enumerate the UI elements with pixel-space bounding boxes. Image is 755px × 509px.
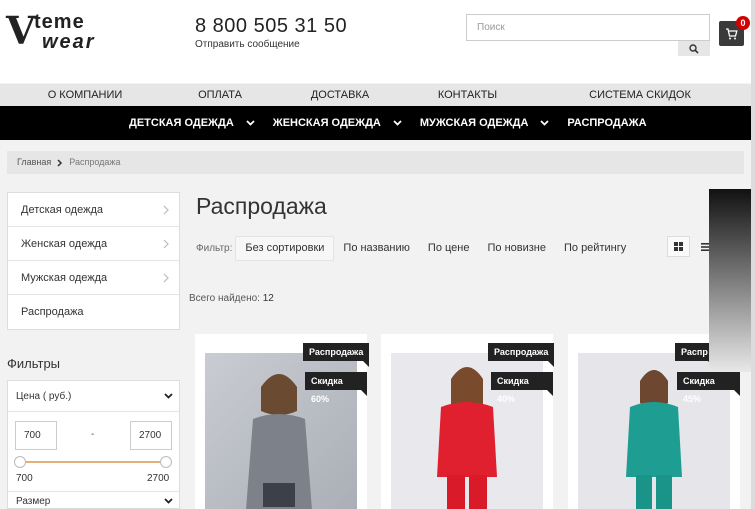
sidebar-item-men[interactable]: Мужская одежда <box>8 261 179 295</box>
nav-about[interactable]: О КОМПАНИИ <box>0 84 170 106</box>
sort-bar: Фильтр: Без сортировки По названию По це… <box>196 236 635 261</box>
price-slider-max-handle[interactable] <box>160 456 172 468</box>
nav-kids-label: ДЕТСКАЯ ОДЕЖДА <box>129 117 234 129</box>
chevron-down-icon <box>164 393 173 399</box>
sort-none[interactable]: Без сортировки <box>235 236 335 261</box>
size-filter-header[interactable]: Размер <box>8 491 179 509</box>
results-count: Всего найдено: 12 <box>189 293 274 304</box>
send-message-link[interactable]: Отправить сообщение <box>195 39 300 50</box>
nav-sale[interactable]: РАСПРОДАЖА <box>558 106 655 140</box>
sidebar-item-label: Детская одежда <box>21 203 103 216</box>
price-filter-label: Цена ( руб.) <box>16 390 72 402</box>
search-icon <box>689 43 699 54</box>
nav-women[interactable]: ЖЕНСКАЯ ОДЕЖДА <box>264 106 411 140</box>
breadcrumb: Главная Распродажа <box>7 151 744 174</box>
search-input[interactable] <box>466 14 710 41</box>
price-slider-min-handle[interactable] <box>14 456 26 468</box>
floating-side-panel[interactable] <box>709 189 755 372</box>
product-card[interactable]: Распродажа Скидка 40% <box>381 334 555 509</box>
nav-men[interactable]: МУЖСКАЯ ОДЕЖДА <box>411 106 559 140</box>
grid-icon <box>674 242 683 251</box>
cart-count-badge: 0 <box>736 16 750 30</box>
breadcrumb-current: Распродажа <box>69 157 121 167</box>
grid-view-button[interactable] <box>667 236 690 257</box>
sidebar-item-label: Распродажа <box>21 306 84 318</box>
nav-kids[interactable]: ДЕТСКАЯ ОДЕЖДА <box>120 106 264 140</box>
sidebar-item-sale[interactable]: Распродажа <box>8 295 179 329</box>
site-logo[interactable]: V teme wear <box>6 8 94 54</box>
discount-tag: Скидка 45% <box>677 372 740 404</box>
price-range-dash: - <box>91 429 95 440</box>
chevron-down-icon <box>540 120 550 126</box>
sidebar-categories: Детская одежда Женская одежда Мужская од… <box>7 192 180 330</box>
nav-women-label: ЖЕНСКАЯ ОДЕЖДА <box>272 117 381 129</box>
product-card[interactable]: Распродажа Скидка 60% <box>195 334 370 509</box>
discount-tag: Скидка 40% <box>491 372 553 404</box>
search-button[interactable] <box>678 41 710 56</box>
page-title: Распродажа <box>196 193 327 219</box>
nav-payment[interactable]: ОПЛАТА <box>170 84 270 106</box>
price-min-input[interactable] <box>15 421 57 450</box>
chevron-right-icon <box>163 273 169 282</box>
sale-tag: Распродажа <box>488 343 555 367</box>
cart-icon <box>726 27 738 39</box>
discount-tag: Скидка 60% <box>305 372 367 404</box>
chevron-right-icon <box>163 239 169 248</box>
nav-contacts[interactable]: КОНТАКТЫ <box>410 84 525 106</box>
category-nav: ДЕТСКАЯ ОДЕЖДА ЖЕНСКАЯ ОДЕЖДА МУЖСКАЯ ОД… <box>0 106 755 140</box>
price-slider-track[interactable] <box>20 461 166 463</box>
filter-panel: Цена ( руб.) - 700 2700 Размер <box>7 380 180 509</box>
sidebar-item-label: Женская одежда <box>21 237 108 250</box>
results-count-value: 12 <box>262 293 274 304</box>
nav-men-label: МУЖСКАЯ ОДЕЖДА <box>419 117 529 129</box>
logo-mark: V <box>6 8 36 53</box>
site-header: V teme wear 8 800 505 31 50 Отправить со… <box>0 0 755 83</box>
sidebar-item-women[interactable]: Женская одежда <box>8 227 179 261</box>
chevron-right-icon <box>163 205 169 214</box>
price-range-min-label: 700 <box>16 473 33 484</box>
chevron-right-icon <box>57 158 63 167</box>
sidebar-item-label: Мужская одежда <box>21 271 108 284</box>
price-max-input[interactable] <box>130 421 172 450</box>
results-count-label: Всего найдено: <box>189 293 260 304</box>
sort-by-newness[interactable]: По новизне <box>478 236 555 261</box>
sort-by-name[interactable]: По названию <box>334 236 419 261</box>
chevron-down-icon <box>393 120 402 126</box>
size-filter-label: Размер <box>16 495 51 507</box>
price-filter-header[interactable]: Цена ( руб.) <box>8 381 179 412</box>
sale-tag: Распродажа <box>303 343 370 367</box>
sort-by-rating[interactable]: По рейтингу <box>555 236 635 261</box>
breadcrumb-home[interactable]: Главная <box>17 151 51 174</box>
nav-delivery[interactable]: ДОСТАВКА <box>270 84 410 106</box>
logo-line-1: teme <box>34 11 85 33</box>
chevron-down-icon <box>246 120 255 126</box>
price-range-max-label: 2700 <box>147 473 170 484</box>
filters-title: Фильтры <box>7 356 61 371</box>
logo-line-2: wear <box>42 31 96 53</box>
chevron-down-icon <box>164 498 173 504</box>
phone-number[interactable]: 8 800 505 31 50 <box>195 15 347 38</box>
page-scrollbar[interactable] <box>751 0 755 509</box>
sort-label: Фильтр: <box>196 243 233 254</box>
sidebar-item-kids[interactable]: Детская одежда <box>8 193 179 227</box>
nav-sale-label: РАСПРОДАЖА <box>567 117 647 129</box>
sort-by-price[interactable]: По цене <box>419 236 479 261</box>
info-nav: О КОМПАНИИ ОПЛАТА ДОСТАВКА КОНТАКТЫ СИСТ… <box>0 84 755 106</box>
nav-discounts[interactable]: СИСТЕМА СКИДОК <box>525 84 755 106</box>
